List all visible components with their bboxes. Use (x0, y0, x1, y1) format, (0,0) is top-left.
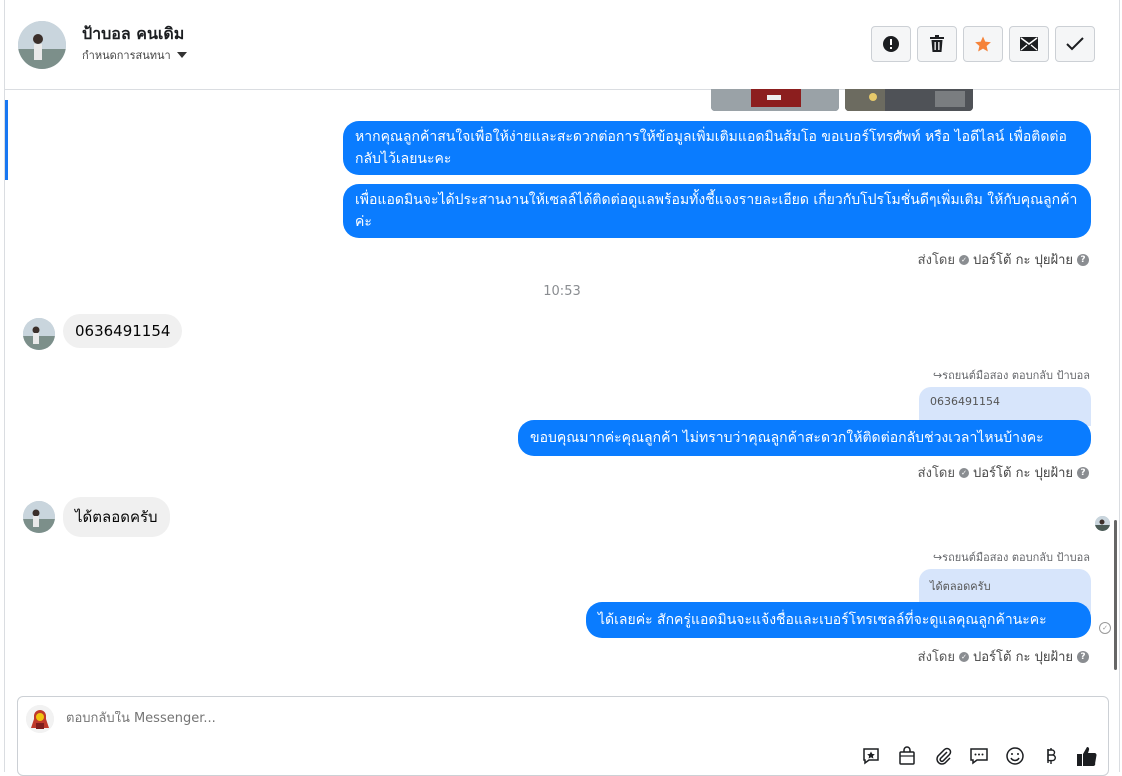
timestamp: 10:53 (543, 284, 581, 299)
conversation-settings-label: กำหนดการสนทนา (82, 49, 171, 62)
sender-name: ปอร์โต้ กะ ปุยฝ้าย (973, 253, 1073, 268)
mail-icon (1020, 37, 1038, 51)
image-attachment[interactable] (845, 89, 973, 111)
message-bubble-incoming[interactable]: ได้ตลอดครับ (63, 497, 170, 537)
help-icon[interactable]: ? (1077, 253, 1089, 266)
reply-note-text: รถยนต์มือสอง ตอบกลับ ป้าบอล (942, 551, 1090, 564)
comment-icon (970, 748, 988, 765)
check-circle-icon: ✓ (959, 467, 969, 478)
conversation-header: ป้าบอล คนเดิม กำหนดการสนทนา (5, 0, 1119, 90)
star-bubble-icon (863, 748, 879, 765)
message-bubble-outgoing[interactable]: เพื่อแอดมินจะได้ประสานงานให้เซลล์ได้ติดต… (343, 184, 1091, 238)
avatar[interactable] (18, 21, 66, 69)
composer-toolbar (860, 745, 1098, 767)
selection-indicator (5, 100, 8, 180)
reply-note: ↪รถยนต์มือสอง ตอบกลับ ป้าบอล (933, 548, 1090, 566)
emoji-button[interactable] (1004, 745, 1026, 767)
avatar[interactable] (23, 318, 55, 350)
avatar[interactable] (23, 501, 55, 533)
attach-button[interactable] (932, 745, 954, 767)
baht-icon (1047, 748, 1056, 764)
sent-by-label: ส่งโดย (917, 466, 955, 481)
mark-spam-button[interactable] (871, 26, 911, 62)
conversation-panel: ป้าบอล คนเดิม กำหนดการสนทนา หากคุณลูกค้า… (4, 0, 1120, 776)
check-circle-icon: ✓ (959, 651, 969, 662)
sent-by-label: ส่งโดย (917, 650, 955, 665)
delete-button[interactable] (917, 26, 957, 62)
sent-by-info: ส่งโดย ✓ ปอร์โต้ กะ ปุยฝ้าย ? (918, 249, 1089, 270)
delivered-icon: ✓ (1099, 622, 1111, 634)
sent-by-info: ส่งโดย ✓ ปอร์โต้ กะ ปุยฝ้าย ? (918, 646, 1089, 667)
saved-reply-button[interactable] (860, 745, 882, 767)
message-bubble-outgoing[interactable]: ได้เลยค่ะ สักครู่แอดมินจะแจ้งชื่อและเบอร… (586, 602, 1091, 638)
trash-icon (930, 35, 944, 52)
contact-name: ป้าบอล คนเดิม (82, 24, 185, 43)
reply-note: ↪รถยนต์มือสอง ตอบกลับ ป้าบอล (933, 366, 1090, 384)
image-attachment[interactable] (711, 89, 839, 111)
message-bubble-outgoing[interactable]: ขอบคุณมากค่ะคุณลูกค้า ไม่ทราบว่าคุณลูกค้… (518, 420, 1091, 456)
mark-unread-button[interactable] (1009, 26, 1049, 62)
bag-icon (899, 746, 915, 765)
help-icon[interactable]: ? (1077, 650, 1089, 663)
star-button[interactable] (963, 26, 1003, 62)
alert-icon (883, 36, 899, 52)
caret-down-icon (176, 52, 187, 58)
paperclip-icon (936, 747, 952, 765)
reply-arrow-icon: ↪ (932, 369, 943, 382)
smiley-icon (1006, 747, 1024, 765)
help-icon[interactable]: ? (1077, 466, 1089, 479)
conversation-settings-dropdown[interactable]: กำหนดการสนทนา (82, 46, 187, 64)
reply-arrow-icon: ↪ (932, 551, 943, 564)
message-bubble-outgoing[interactable]: หากคุณลูกค้าสนใจเพื่อให้ง่ายและสะดวกต่อก… (343, 121, 1091, 175)
star-icon (975, 36, 991, 52)
mark-done-button[interactable] (1055, 26, 1095, 62)
sender-name: ปอร์โต้ กะ ปุยฝ้าย (973, 466, 1073, 481)
check-icon (1066, 37, 1084, 51)
page-avatar (26, 705, 54, 733)
scrollbar[interactable] (1114, 520, 1117, 670)
check-circle-icon: ✓ (959, 254, 969, 265)
reply-composer (17, 696, 1109, 776)
sender-name: ปอร์โต้ กะ ปุยฝ้าย (973, 650, 1073, 665)
payment-button[interactable] (1040, 745, 1062, 767)
seen-avatar (1095, 516, 1110, 531)
header-toolbar (871, 26, 1095, 62)
comment-button[interactable] (968, 745, 990, 767)
message-input[interactable] (66, 711, 666, 726)
like-button[interactable] (1076, 745, 1098, 767)
thumbs-up-icon (1077, 747, 1097, 767)
sent-by-info: ส่งโดย ✓ ปอร์โต้ กะ ปุยฝ้าย ? (918, 462, 1089, 483)
reply-note-text: รถยนต์มือสอง ตอบกลับ ป้าบอล (942, 369, 1090, 382)
sent-by-label: ส่งโดย (917, 253, 955, 268)
shop-button[interactable] (896, 745, 918, 767)
message-bubble-incoming[interactable]: 0636491154 (63, 314, 183, 348)
